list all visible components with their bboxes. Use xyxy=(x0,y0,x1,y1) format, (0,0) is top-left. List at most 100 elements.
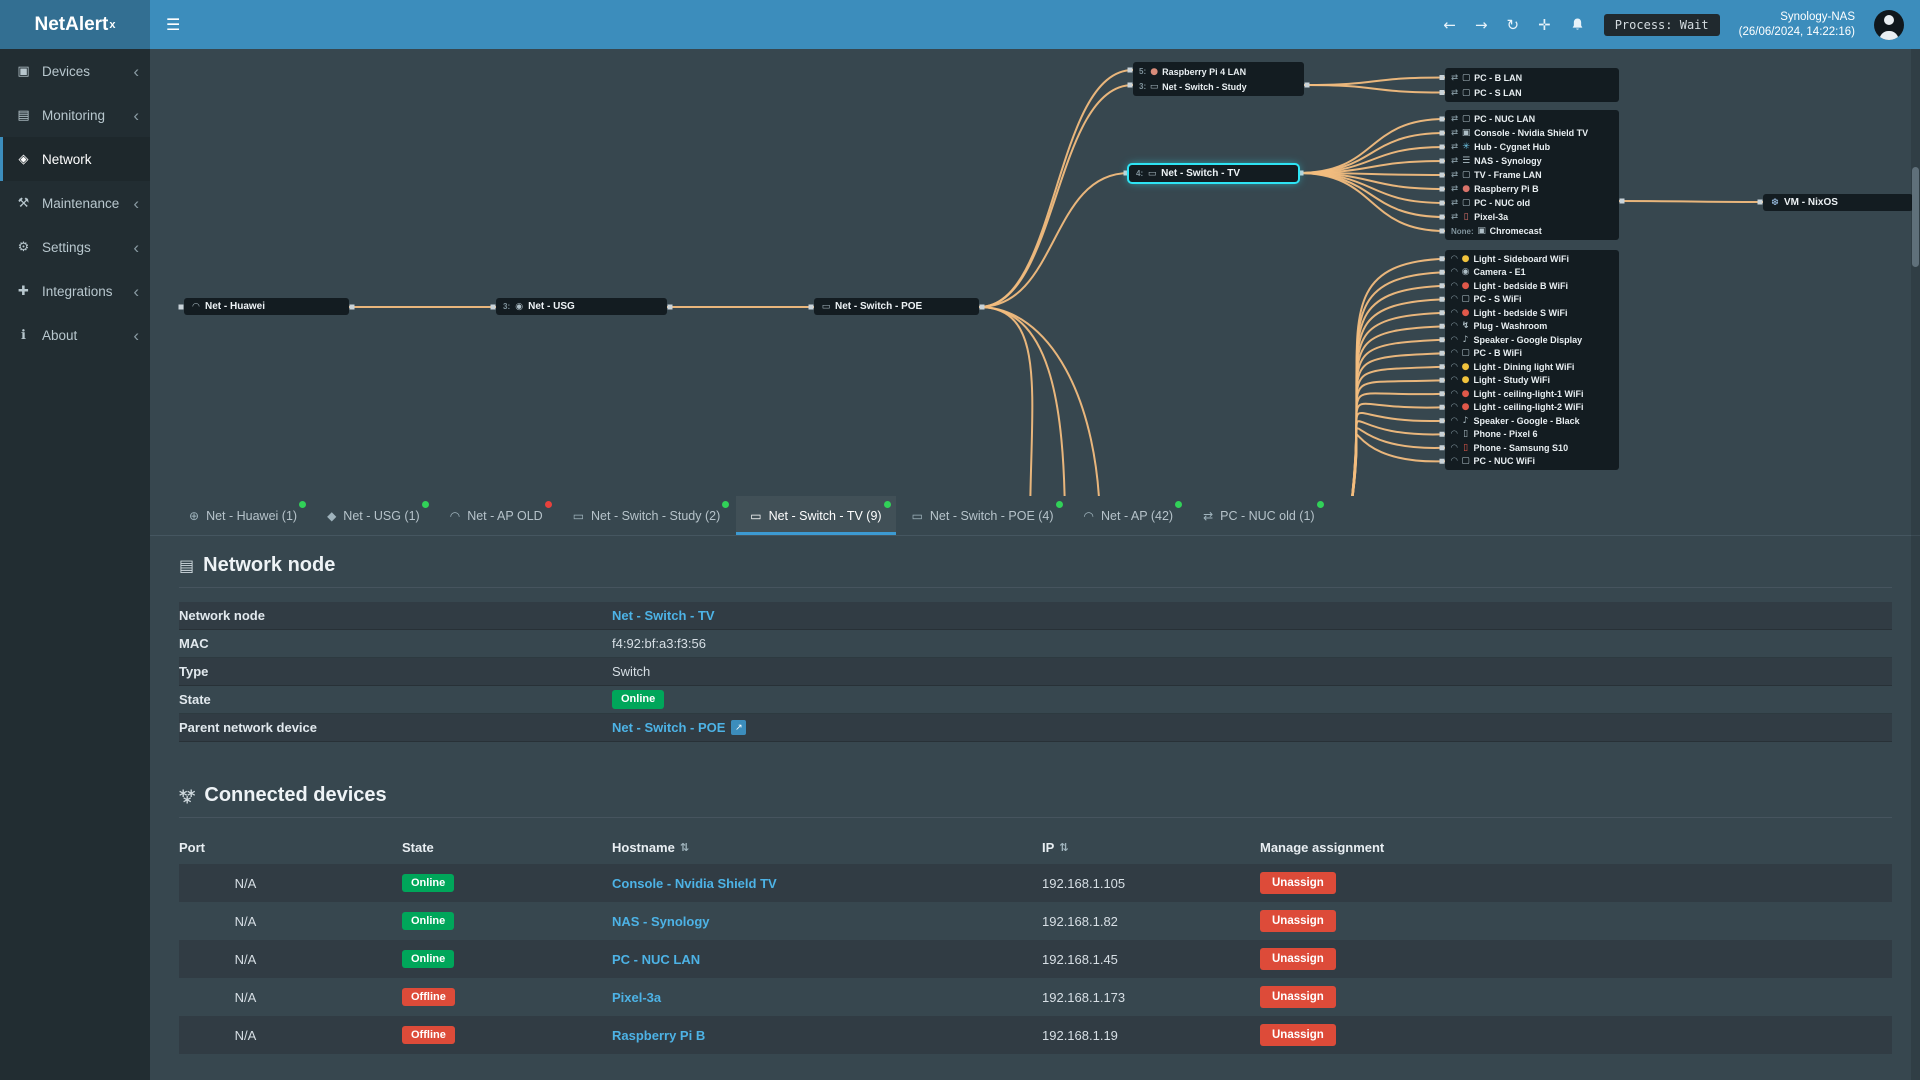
unassign-button[interactable]: Unassign xyxy=(1260,986,1336,1008)
hostname-link[interactable]: PC - NUC LAN xyxy=(612,952,700,967)
hostname-link[interactable]: Raspberry Pi B xyxy=(612,1028,705,1043)
tab-net-switch-poe-4-[interactable]: ▭ Net - Switch - POE (4) xyxy=(898,496,1068,535)
tab-net-switch-tv-9-[interactable]: ▭ Net - Switch - TV (9) xyxy=(736,496,896,535)
topology-node-plug-washroom[interactable]: ◠ ↯ Plug - Washroom xyxy=(1445,320,1619,334)
network-topology-diagram[interactable]: ◠ Net - Huawei 3: ◉ Net - USG ▭ Net - Switch -… xyxy=(150,49,1920,496)
topology-node-light-study-wifi[interactable]: ◠ ● Light - Study WiFi xyxy=(1445,374,1619,388)
tab-pc-nuc-old-1-[interactable]: ⇄ PC - NUC old (1) xyxy=(1189,496,1329,535)
unassign-button[interactable]: Unassign xyxy=(1260,1024,1336,1046)
tab-net-huawei-1-[interactable]: ⊕ Net - Huawei (1) xyxy=(175,496,311,535)
topology-node-light-ceiling-light-1-wifi[interactable]: ◠ ● Light - ceiling-light-1 WiFi xyxy=(1445,387,1619,401)
link-type-icon: ◠ xyxy=(1451,348,1458,359)
chevron-left-icon: ‹ xyxy=(133,237,139,257)
topology-node-light-bedside-b-wifi[interactable]: ◠ ● Light - bedside B WiFi xyxy=(1445,279,1619,293)
unassign-button[interactable]: Unassign xyxy=(1260,910,1336,932)
scrollbar-thumb[interactable] xyxy=(1912,167,1919,267)
column-label: Manage assignment xyxy=(1260,839,1385,855)
topology-node-phone-samsung-s10[interactable]: ◠ ▯ Phone - Samsung S10 xyxy=(1445,441,1619,455)
sort-icon[interactable]: ⇅ xyxy=(680,841,689,854)
menu-toggle-icon[interactable]: ☰ xyxy=(166,15,180,34)
tab-label: Net - AP (42) xyxy=(1101,508,1174,523)
section-title: Network node xyxy=(203,554,336,576)
topology-node-speaker-google-display[interactable]: ◠ ♪ Speaker - Google Display xyxy=(1445,333,1619,347)
chevron-left-icon: ‹ xyxy=(133,61,139,81)
topology-node-pc-s-lan[interactable]: ⇄ ▢ PC - S LAN xyxy=(1445,85,1619,100)
hostname-link[interactable]: Console - Nvidia Shield TV xyxy=(612,876,777,891)
user-avatar[interactable] xyxy=(1874,9,1904,40)
topology-node-speaker-google-black[interactable]: ◠ ♪ Speaker - Google - Black xyxy=(1445,414,1619,428)
column-header-state: State xyxy=(402,840,612,855)
topology-node-raspberry-pi-b[interactable]: ⇄ ● Raspberry Pi B xyxy=(1445,182,1619,196)
node-label: PC - NUC WiFi xyxy=(1473,456,1535,467)
column-header-hostname[interactable]: Hostname ⇅ xyxy=(612,840,1042,855)
sidebar-item-about[interactable]: ℹ About ‹ xyxy=(0,313,150,357)
topology-node-phone-pixel-6[interactable]: ◠ ▯ Phone - Pixel 6 xyxy=(1445,428,1619,442)
tab-net-switch-study-2-[interactable]: ▭ Net - Switch - Study (2) xyxy=(559,496,735,535)
topology-node-light-bedside-s-wifi[interactable]: ◠ ● Light - bedside S WiFi xyxy=(1445,306,1619,320)
sidebar-item-maintenance[interactable]: ⚒ Maintenance ‹ xyxy=(0,181,150,225)
external-link-icon[interactable]: ↗ xyxy=(731,720,747,735)
topology-node-pc-nuc-wifi[interactable]: ◠ ▢ PC - NUC WiFi xyxy=(1445,455,1619,469)
node-label: Net - USG xyxy=(528,301,575,312)
unassign-button[interactable]: Unassign xyxy=(1260,948,1336,970)
topology-node-chromecast[interactable]: None: ▣ Chromecast xyxy=(1445,224,1619,238)
topology-node-pc-b-lan[interactable]: ⇄ ▢ PC - B LAN xyxy=(1445,70,1619,85)
topology-node-net-switch-study[interactable]: 3: ▭ Net - Switch - Study xyxy=(1133,79,1304,94)
hostname-link[interactable]: Pixel-3a xyxy=(612,990,661,1005)
topology-node-light-sideboard-wifi[interactable]: ◠ ● Light - Sideboard WiFi xyxy=(1445,252,1619,266)
topology-node-pc-nuc-lan[interactable]: ⇄ ▢ PC - NUC LAN xyxy=(1445,112,1619,126)
scrollbar-track[interactable] xyxy=(1911,49,1920,1080)
topology-node-light-ceiling-light-2-wifi[interactable]: ◠ ● Light - ceiling-light-2 WiFi xyxy=(1445,401,1619,415)
arrow-right-icon[interactable]: → xyxy=(1475,16,1488,34)
parent-node-link[interactable]: Net - Switch - POE xyxy=(612,720,725,735)
bell-icon[interactable] xyxy=(1570,17,1585,32)
arrow-left-icon[interactable]: ← xyxy=(1443,16,1456,34)
sidebar-item-integrations[interactable]: ✚ Integrations ‹ xyxy=(0,269,150,313)
topology-node-raspberry-pi-4-lan[interactable]: 5: ● Raspberry Pi 4 LAN xyxy=(1133,64,1304,79)
topology-node-net-huawei[interactable]: ◠ Net - Huawei xyxy=(184,298,349,315)
network-node-header: ▤ Network node xyxy=(179,536,1892,588)
node-label: Light - ceiling-light-2 WiFi xyxy=(1473,402,1584,413)
node-label: Hub - Cygnet Hub xyxy=(1474,142,1551,152)
topology-node-net-switch-tv[interactable]: 4: ▭ Net - Switch - TV xyxy=(1129,165,1298,182)
sidebar-items: ▣ Devices ‹ ▤ Monitoring ‹ ◈ Network ⚒ Maintenanc… xyxy=(0,49,150,357)
topology-node-vm-nixos[interactable]: ❆ VM - NixOS xyxy=(1763,194,1913,211)
node-label: Light - bedside B WiFi xyxy=(1473,280,1568,291)
topology-node-console-nvidia-shield-tv[interactable]: ⇄ ▣ Console - Nvidia Shield TV xyxy=(1445,126,1619,140)
section-title: Connected devices xyxy=(204,784,387,806)
tab-net-usg-1-[interactable]: ◆ Net - USG (1) xyxy=(313,496,434,535)
link-type-icon: ◠ xyxy=(1451,456,1458,467)
sidebar-item-devices[interactable]: ▣ Devices ‹ xyxy=(0,49,150,93)
column-header-ip[interactable]: IP ⇅ xyxy=(1042,840,1260,855)
node-link[interactable]: Net - Switch - TV xyxy=(612,608,715,623)
topology-node-pc-nuc-old[interactable]: ⇄ ▢ PC - NUC old xyxy=(1445,196,1619,210)
hostname-link[interactable]: NAS - Synology xyxy=(612,914,710,929)
process-status-badge[interactable]: Process: Wait xyxy=(1603,13,1720,36)
topology-node-hub-cygnet-hub[interactable]: ⇄ ✳ Hub - Cygnet Hub xyxy=(1445,140,1619,154)
sort-icon[interactable]: ⇅ xyxy=(1059,841,1068,854)
topology-node-nas-synology[interactable]: ⇄ ☰ NAS - Synology xyxy=(1445,154,1619,168)
topology-node-camera-e1[interactable]: ◠ ◉ Camera - E1 xyxy=(1445,266,1619,280)
column-header-port: Port xyxy=(179,840,402,855)
raspberry-icon: ● xyxy=(1462,184,1471,194)
move-icon[interactable]: ✛ xyxy=(1538,16,1551,34)
topology-node-pixel-3a[interactable]: ⇄ ▯ Pixel-3a xyxy=(1445,210,1619,224)
topology-node-net-usg[interactable]: 3: ◉ Net - USG xyxy=(496,298,667,315)
refresh-icon[interactable]: ↻ xyxy=(1507,16,1520,34)
sidebar-item-monitoring[interactable]: ▤ Monitoring ‹ xyxy=(0,93,150,137)
topology-node-light-dining-light-wifi[interactable]: ◠ ● Light - Dining light WiFi xyxy=(1445,360,1619,374)
topology-node-pc-s-wifi[interactable]: ◠ ▢ PC - S WiFi xyxy=(1445,293,1619,307)
unassign-button[interactable]: Unassign xyxy=(1260,872,1336,894)
topology-group-g-lan-tv: ⇄ ▢ PC - NUC LAN ⇄ ▣ Console - Nvidia Shield … xyxy=(1445,110,1619,240)
tab-net-ap-42-[interactable]: ◠ Net - AP (42) xyxy=(1070,496,1188,535)
sidebar-item-settings[interactable]: ⚙ Settings ‹ xyxy=(0,225,150,269)
node-label: Net - Switch - TV xyxy=(1161,168,1241,179)
sidebar-item-network[interactable]: ◈ Network xyxy=(0,137,150,181)
network-icon: ◈ xyxy=(18,151,29,167)
switch-icon: ▭ xyxy=(1147,168,1157,179)
topology-node-pc-b-wifi[interactable]: ◠ ▢ PC - B WiFi xyxy=(1445,347,1619,361)
topology-node-tv-frame-lan[interactable]: ⇄ ▢ TV - Frame LAN xyxy=(1445,168,1619,182)
app-logo[interactable]: NetAlert x xyxy=(0,0,150,49)
topology-node-net-switch-poe[interactable]: ▭ Net - Switch - POE xyxy=(814,298,979,315)
tab-net-ap-old[interactable]: ◠ Net - AP OLD xyxy=(436,496,557,535)
